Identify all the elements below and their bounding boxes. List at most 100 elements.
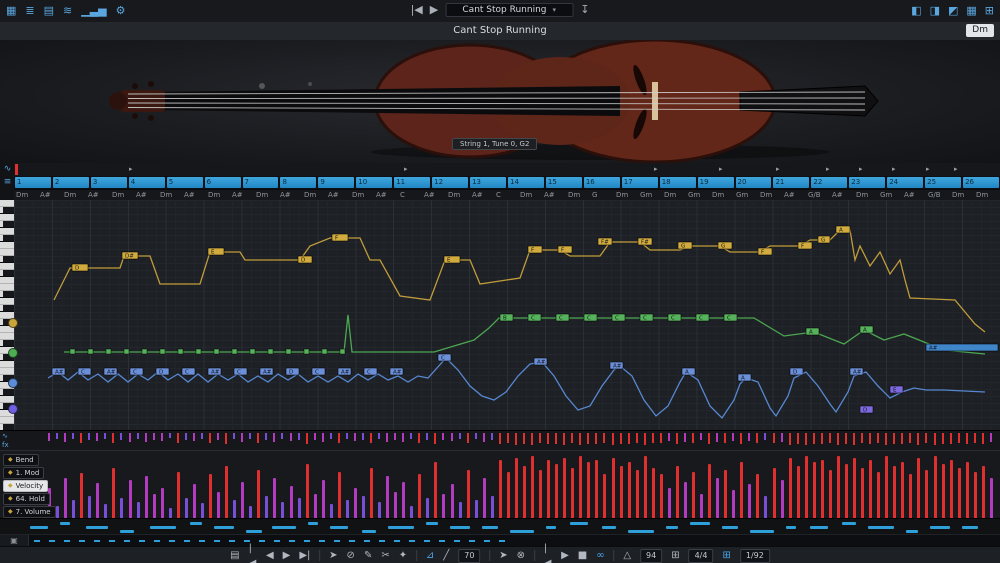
measure-segment[interactable]: 2	[52, 177, 89, 188]
velocity-bar[interactable]	[877, 472, 881, 518]
voice-indicator-dot[interactable]	[8, 378, 18, 388]
meter-view-icon[interactable]: ▁▃▅	[81, 3, 106, 18]
overview-note[interactable]	[750, 530, 774, 533]
velocity-bar[interactable]	[861, 468, 865, 518]
panel-bottom-icon[interactable]: ◨	[930, 3, 940, 18]
note-block[interactable]: E	[889, 385, 904, 394]
velocity-bar[interactable]	[611, 458, 615, 518]
midi-overview[interactable]	[0, 518, 1000, 535]
green-note-square[interactable]	[303, 348, 310, 355]
velocity-bar[interactable]	[257, 470, 261, 518]
velocity-bar[interactable]	[788, 458, 792, 518]
velocity-bar[interactable]	[885, 456, 889, 518]
pitch-curves[interactable]: D D# E D F E F F F# F# G G F F G A B C C C C C C C C A A A# C A# C D C A#…	[14, 200, 1000, 430]
velocity-bar[interactable]	[796, 466, 800, 518]
velocity-bar[interactable]	[957, 468, 961, 518]
measure-segment[interactable]: 9	[318, 177, 355, 188]
velocity-bar[interactable]	[144, 476, 148, 518]
key-badge[interactable]: Dm	[966, 24, 994, 37]
note-block[interactable]: C	[233, 367, 248, 376]
velocity-bar[interactable]	[925, 470, 929, 518]
overview-note[interactable]	[426, 522, 438, 525]
velocity-bar[interactable]	[949, 460, 953, 518]
measure-ruler[interactable]: 1 2 3 4 5 6 7 8 9 10 11 12 13 14 15 16 17 18 19 20 21 22 23 24 2…	[14, 176, 1000, 189]
measure-segment[interactable]: 16	[583, 177, 620, 188]
cut-tool-icon[interactable]: ✂	[381, 548, 389, 563]
white-key[interactable]	[0, 200, 14, 207]
green-note-square[interactable]	[159, 348, 166, 355]
overview-note[interactable]	[868, 526, 894, 529]
black-key[interactable]	[0, 389, 14, 396]
overview-note[interactable]	[810, 526, 828, 529]
note-block[interactable]: A#	[849, 367, 864, 376]
measure-segment[interactable]: 21	[773, 177, 810, 188]
overview-note[interactable]	[272, 526, 296, 529]
velocity-bar[interactable]	[571, 468, 575, 518]
overview-note[interactable]	[388, 526, 414, 529]
note-block[interactable]: F	[527, 245, 543, 254]
ruler-marker[interactable]: ▸	[954, 165, 958, 173]
automation-lane-1-mod[interactable]: ◆ 1. Mod	[3, 467, 45, 479]
velocity-bar[interactable]	[498, 460, 502, 518]
loop-icon[interactable]: ∞	[596, 548, 604, 563]
velocity-bar[interactable]	[708, 464, 712, 518]
note-block[interactable]: G	[677, 241, 693, 250]
velocity-bar[interactable]	[748, 484, 752, 518]
expand-icon[interactable]: ⊞	[985, 3, 994, 18]
measure-segment[interactable]: 19	[697, 177, 734, 188]
white-key[interactable]	[0, 361, 14, 368]
overview-note[interactable]	[482, 526, 498, 529]
velocity-bar[interactable]	[587, 462, 591, 518]
snap-icon[interactable]: ⊿	[426, 548, 434, 563]
velocity-bar[interactable]	[555, 464, 559, 518]
note-block[interactable]: F#	[597, 237, 613, 246]
velocity-bar[interactable]	[450, 484, 454, 518]
note-block[interactable]: D	[71, 263, 89, 272]
note-block[interactable]: D	[297, 255, 313, 264]
measure-segment[interactable]: 14	[508, 177, 544, 188]
green-note-square[interactable]	[105, 348, 112, 355]
white-key[interactable]	[0, 242, 14, 249]
measure-segment[interactable]: 20	[735, 177, 772, 188]
velocity-bar[interactable]	[386, 476, 390, 518]
velocity-bar[interactable]	[563, 458, 567, 518]
measure-segment[interactable]: 1	[15, 177, 51, 188]
velocity-bar[interactable]	[249, 506, 253, 518]
velocity-bar[interactable]	[289, 486, 293, 518]
velocity-bar[interactable]	[901, 462, 905, 518]
green-note-square[interactable]	[69, 348, 76, 355]
measure-segment[interactable]: 17	[621, 177, 658, 188]
velocity-bar[interactable]	[305, 464, 309, 518]
score-view-icon[interactable]: ≣	[25, 3, 34, 18]
velocity-bar[interactable]	[506, 472, 510, 518]
note-block[interactable]: A	[835, 225, 851, 234]
velocity-bar[interactable]	[531, 456, 534, 518]
metronome-icon[interactable]: △	[623, 548, 631, 563]
black-key[interactable]	[0, 235, 14, 242]
velocity-bar[interactable]	[120, 498, 124, 518]
note-block[interactable]: E	[443, 255, 461, 264]
measure-segment[interactable]: 7	[242, 177, 279, 188]
wave-lane-icon[interactable]: ∿	[2, 432, 9, 441]
line-tool-icon[interactable]: ╱	[443, 548, 449, 563]
timesig-value[interactable]: 4/4	[688, 548, 714, 563]
velocity-bar[interactable]	[603, 474, 607, 518]
note-block[interactable]: F	[331, 233, 349, 242]
event-lane[interactable]: ∿ fx	[0, 430, 1000, 451]
velocity-value[interactable]: 70	[458, 548, 481, 563]
overview-note[interactable]	[570, 522, 588, 525]
velocity-bar[interactable]	[836, 456, 840, 518]
green-note-square[interactable]	[249, 348, 256, 355]
measure-segment[interactable]: 11	[394, 177, 431, 188]
green-note-square[interactable]	[267, 348, 274, 355]
green-note-square[interactable]	[141, 348, 148, 355]
voice-indicator-dot[interactable]	[8, 318, 18, 328]
velocity-bar[interactable]	[772, 468, 776, 518]
black-key[interactable]	[0, 256, 14, 263]
measure-segment[interactable]: 8	[280, 177, 317, 188]
white-key[interactable]	[0, 284, 14, 291]
velocity-bar[interactable]	[893, 466, 897, 518]
note-block[interactable]: A#	[609, 361, 624, 370]
ruler-marker[interactable]: ▸	[404, 165, 408, 173]
measure-segment[interactable]: 10	[356, 177, 393, 188]
